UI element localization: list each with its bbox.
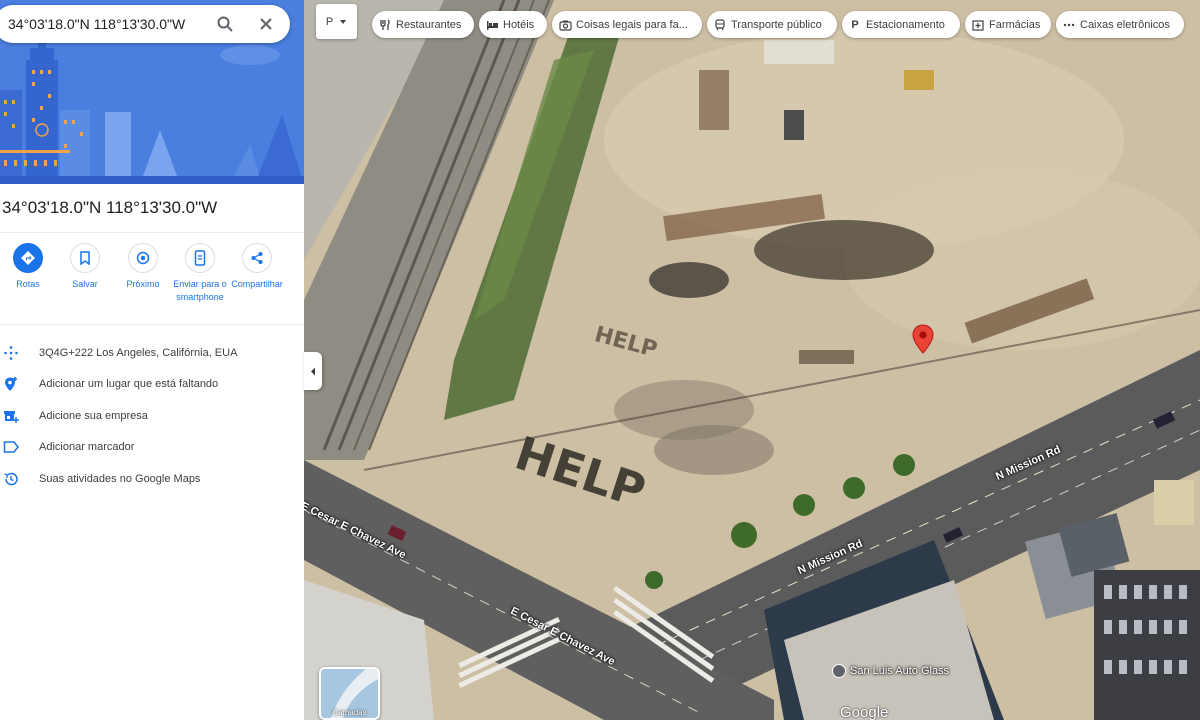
poi-name: San Luis Auto Glass bbox=[850, 665, 950, 677]
share-icon bbox=[242, 243, 272, 273]
satellite-map[interactable]: HELP HELP E Cesar E Chavez Ave E Cesar E… bbox=[304, 0, 1200, 720]
more-icon bbox=[1062, 18, 1076, 32]
chip-label: Restaurantes bbox=[396, 18, 462, 31]
layers-toggle-thumbnail[interactable]: Camadas bbox=[319, 667, 380, 720]
chip-hotels[interactable]: Hotéis bbox=[479, 11, 547, 38]
map-layers-menu-button[interactable]: P bbox=[316, 4, 357, 39]
layers-label: Camadas bbox=[332, 708, 367, 717]
send-to-phone-label: Enviar para o smartphone bbox=[173, 279, 227, 302]
place-info-list: 3Q4G+222 Los Angeles, Califórnia, EUA Ad… bbox=[0, 337, 304, 495]
send-to-phone-icon bbox=[185, 243, 215, 273]
search-input[interactable] bbox=[8, 16, 208, 32]
page-title: 34°03'18.0"N 118°13'30.0"W bbox=[2, 198, 218, 217]
directions-label: Rotas bbox=[16, 279, 40, 289]
search-icon[interactable] bbox=[213, 12, 237, 36]
plus-code-icon bbox=[2, 344, 20, 362]
place-details-panel: 34°03'18.0"N 118°13'30.0"W Rotas Salvar … bbox=[0, 0, 304, 720]
chip-things-to-do[interactable]: Coisas legais para fa... bbox=[552, 11, 702, 38]
poi-san-luis-auto-glass[interactable]: San Luis Auto Glass bbox=[832, 664, 949, 678]
transit-icon bbox=[713, 18, 727, 32]
restaurant-icon bbox=[378, 18, 392, 32]
history-icon bbox=[2, 470, 20, 488]
directions-icon bbox=[13, 243, 43, 273]
chevron-left-icon bbox=[311, 367, 315, 375]
nearby-button[interactable]: Próximo bbox=[113, 243, 173, 291]
maps-activity-text: Suas atividades no Google Maps bbox=[39, 472, 201, 485]
chip-label: Coisas legais para fa... bbox=[576, 18, 688, 31]
chip-atms[interactable]: Caixas eletrônicos bbox=[1056, 11, 1184, 38]
hotel-icon bbox=[485, 18, 499, 32]
add-business-text: Adicione sua empresa bbox=[39, 409, 148, 422]
chip-label: Estacionamento bbox=[866, 18, 945, 31]
add-missing-place-text: Adicionar um lugar que está faltando bbox=[39, 378, 219, 391]
save-label: Salvar bbox=[72, 279, 98, 289]
chip-label: Transporte público bbox=[731, 18, 822, 31]
plus-code-row[interactable]: 3Q4G+222 Los Angeles, Califórnia, EUA bbox=[0, 337, 304, 369]
directions-button[interactable]: Rotas bbox=[0, 243, 58, 291]
chip-transit[interactable]: Transporte público bbox=[707, 11, 837, 38]
add-business-row[interactable]: Adicione sua empresa bbox=[0, 400, 304, 432]
pharmacy-icon bbox=[971, 18, 985, 32]
nearby-icon bbox=[128, 243, 158, 273]
label-icon bbox=[2, 438, 20, 456]
parking-icon: P bbox=[851, 18, 859, 31]
camera-icon bbox=[558, 18, 572, 32]
chip-parking[interactable]: P Estacionamento bbox=[842, 11, 960, 38]
collapse-panel-button[interactable] bbox=[304, 352, 322, 390]
chip-pharmacies[interactable]: Farmácias bbox=[965, 11, 1051, 38]
search-bar bbox=[0, 5, 290, 43]
share-button[interactable]: Compartilhar bbox=[227, 243, 287, 291]
close-icon[interactable] bbox=[254, 12, 278, 36]
chip-label: Caixas eletrônicos bbox=[1080, 18, 1170, 31]
add-label-text: Adicionar marcador bbox=[39, 441, 135, 454]
add-location-icon bbox=[2, 375, 20, 393]
divider bbox=[0, 232, 304, 233]
add-business-icon bbox=[2, 407, 20, 425]
plus-code-text: 3Q4G+222 Los Angeles, Califórnia, EUA bbox=[39, 346, 238, 359]
google-logo: Google bbox=[840, 704, 889, 720]
divider bbox=[0, 324, 304, 325]
share-label: Compartilhar bbox=[231, 279, 283, 289]
action-buttons: Rotas Salvar Próximo Enviar para o smart… bbox=[0, 243, 304, 323]
poi-icon bbox=[832, 664, 846, 678]
add-label-row[interactable]: Adicionar marcador bbox=[0, 432, 304, 464]
satellite-imagery bbox=[304, 0, 1200, 720]
location-pin-icon[interactable] bbox=[912, 324, 934, 359]
maps-activity-row[interactable]: Suas atividades no Google Maps bbox=[0, 463, 304, 495]
chip-label: Farmácias bbox=[989, 18, 1041, 31]
bookmark-icon bbox=[70, 243, 100, 273]
chevron-down-icon bbox=[340, 19, 347, 24]
add-missing-place-row[interactable]: Adicionar um lugar que está faltando bbox=[0, 369, 304, 401]
person-icon: P bbox=[325, 15, 334, 28]
chip-restaurants[interactable]: Restaurantes bbox=[372, 11, 474, 38]
google-maps-app: HELP HELP E Cesar E Chavez Ave E Cesar E… bbox=[0, 0, 1200, 720]
nearby-label: Próximo bbox=[126, 279, 160, 289]
send-to-phone-button[interactable]: Enviar para o smartphone bbox=[170, 243, 230, 304]
save-button[interactable]: Salvar bbox=[55, 243, 115, 291]
chip-label: Hotéis bbox=[503, 18, 535, 31]
